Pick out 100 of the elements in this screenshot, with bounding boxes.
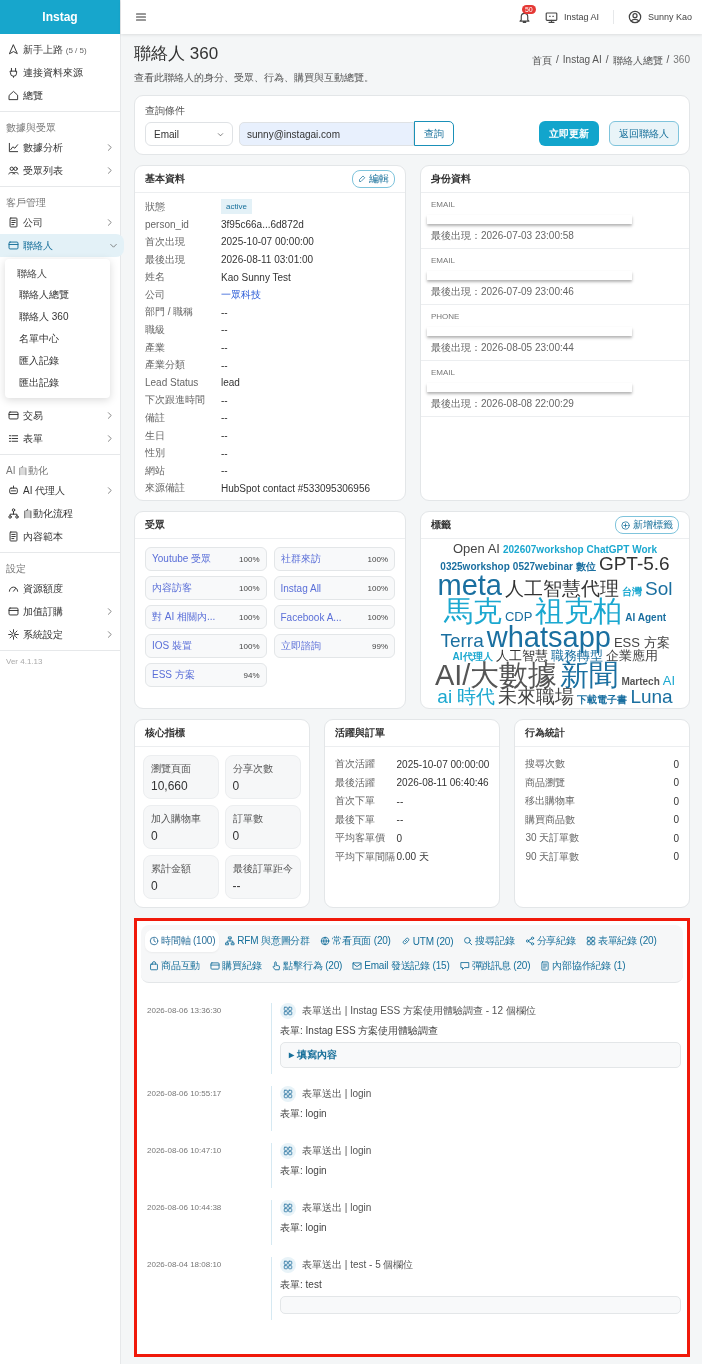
tab[interactable]: 表單紀錄 (20) (581, 930, 661, 953)
event-title: 表單送出 | test - 5 個欄位 (302, 1258, 414, 1273)
edit-button[interactable]: 編輯 (352, 170, 395, 188)
submenu-item[interactable]: 聯絡人總覽 (5, 284, 110, 306)
submenu-item[interactable]: 聯絡人 360 (5, 306, 110, 328)
field-value: 2025-10-07 00:00:00 (396, 757, 490, 772)
plug-icon (8, 67, 19, 78)
sidebar-item[interactable]: 數據分析 (0, 136, 120, 159)
sidebar-item[interactable]: 聯絡人 (0, 234, 124, 257)
field-label: 來源備註 (145, 481, 186, 496)
metric-value: 0 (232, 779, 241, 794)
sidebar-item[interactable]: 加值訂購 (0, 600, 120, 623)
sidebar-item[interactable]: AI 代理人 (0, 479, 120, 502)
workspace-name[interactable]: Instag AI (563, 12, 599, 22)
details-toggle[interactable] (280, 1296, 681, 1315)
tab[interactable]: 分享紀錄 (520, 930, 580, 953)
details-toggle[interactable]: ▸ 填寫內容 (280, 1042, 681, 1069)
field-value: 3f95c66a...6d872d (221, 217, 305, 232)
field-label: 購買商品數 (525, 812, 577, 827)
tab[interactable]: 彈跳訊息 (20) (455, 955, 535, 978)
card-title: 基本資料 (145, 172, 185, 186)
user-icon (627, 10, 642, 24)
tag-word: Sol (645, 579, 673, 597)
line-chart-icon (8, 142, 19, 153)
submenu-item[interactable]: 匯入記錄 (5, 350, 110, 372)
tag-word: ChatGPT Work (586, 545, 657, 555)
company-link[interactable]: 一眾科技 (221, 287, 261, 302)
field-label: 網站 (145, 463, 166, 478)
tab[interactable]: 搜尋記錄 (459, 930, 519, 953)
tab[interactable]: UTM (20) (396, 930, 458, 953)
tab[interactable]: 購買紀錄 (206, 955, 266, 978)
metric-label: 累計金額 (151, 862, 192, 877)
sidebar-item[interactable]: 新手上路 (5 / 5) (0, 38, 120, 61)
sidebar-item[interactable]: 公司 (0, 211, 120, 234)
metric-label: 加入購物車 (151, 812, 202, 827)
event-detail: 表單: login (280, 1221, 328, 1236)
globe-icon (319, 936, 330, 947)
audience-chip[interactable]: Youtube 受眾 100% (145, 547, 267, 572)
tab[interactable]: 商品互動 (145, 955, 205, 978)
field-label: 平均客單價 (334, 831, 386, 846)
breadcrumb-item[interactable]: 首頁 (532, 54, 553, 68)
tag-word: 馬克 (443, 597, 502, 625)
sidebar-item[interactable]: 系統設定 (0, 623, 120, 646)
field-label: 產業分類 (145, 358, 186, 373)
tab[interactable]: Email 發送記錄 (15) (348, 955, 454, 978)
breadcrumb-item[interactable]: 聯絡人總覽 (612, 54, 663, 68)
document-icon (8, 531, 19, 542)
tag-word: 0325workshop (440, 561, 510, 571)
sidebar-item[interactable]: 總覽 (0, 84, 120, 107)
audience-chip[interactable]: 內容訪客 100% (145, 576, 267, 601)
submenu-item[interactable]: 匯出記錄 (5, 372, 110, 394)
tab[interactable]: 時間軸 (100) (145, 930, 220, 953)
sidebar-item[interactable]: 資源額度 (0, 577, 120, 600)
search-field[interactable]: sunny@instagai.com (239, 122, 414, 146)
sidebar-item[interactable]: 連接資料來源 (0, 61, 120, 84)
field-value: -- (221, 323, 229, 338)
tab[interactable]: 點擊行為 (20) (267, 955, 347, 978)
house-icon (8, 90, 19, 101)
menu-icon (135, 11, 147, 23)
tab[interactable]: RFM 與意圖分群 (221, 930, 314, 953)
audience-chip[interactable]: 社群來訪 100% (273, 547, 395, 572)
share-icon (524, 936, 535, 947)
audience-chip[interactable]: IOS 裝置 100% (145, 634, 267, 659)
back-button[interactable]: 返回聯絡人 (609, 121, 679, 146)
field-value: 0 (673, 794, 679, 809)
event-time: 2026-08-06 13:36:30 (147, 1005, 223, 1018)
tag-word: CDP (504, 610, 533, 623)
field-value: 0 (673, 850, 679, 865)
tab[interactable]: 內部協作紀錄 (1) (536, 955, 630, 978)
tag-word: 新聞 (560, 661, 619, 688)
tab[interactable]: 常看頁面 (20) (315, 930, 395, 953)
sidebar-item[interactable]: 內容範本 (0, 525, 120, 548)
field-label: 性別 (145, 446, 166, 461)
audience-chip[interactable]: Instag All 100% (273, 576, 395, 601)
breadcrumb-item[interactable]: Instag AI (562, 54, 602, 68)
field-label: person_id (145, 217, 190, 232)
audience-chip[interactable]: 立即諮詢 99% (273, 634, 395, 659)
audience-chip[interactable]: Facebook A... 100% (273, 605, 395, 630)
tag-word: ESS 方案 (613, 637, 670, 649)
sidebar-item[interactable]: 表單 (0, 427, 120, 450)
event-title: 表單送出 | login (302, 1201, 372, 1216)
sidebar-item[interactable]: 交易 (0, 404, 120, 427)
field-type-select[interactable]: Email (145, 122, 233, 146)
field-value: -- (221, 446, 229, 461)
add-tag-button[interactable]: 新增標籤 (615, 516, 679, 535)
submenu-item[interactable]: 名單中心 (5, 328, 110, 350)
query-label: 查詢條件 (145, 104, 186, 118)
audience-chip[interactable]: 對 AI 相關內... 100% (145, 605, 267, 630)
monitor-icon (544, 10, 558, 24)
audience-chip[interactable]: ESS 方案 94% (145, 663, 267, 688)
search-button[interactable]: 查詢 (414, 121, 454, 146)
sidebar-item[interactable]: 自動化流程 (0, 502, 120, 525)
user-name[interactable]: Sunny Kao (647, 12, 692, 22)
field-value: 2025-10-07 00:00:00 (221, 235, 315, 250)
sidebar-item[interactable]: 受眾列表 (0, 159, 120, 182)
card-icon (8, 410, 19, 421)
card-title: 身份資料 (431, 172, 471, 186)
metric-value: 0 (151, 879, 159, 894)
event-time: 2026-08-04 18:08:10 (147, 1259, 223, 1272)
field-value: -- (221, 411, 229, 426)
